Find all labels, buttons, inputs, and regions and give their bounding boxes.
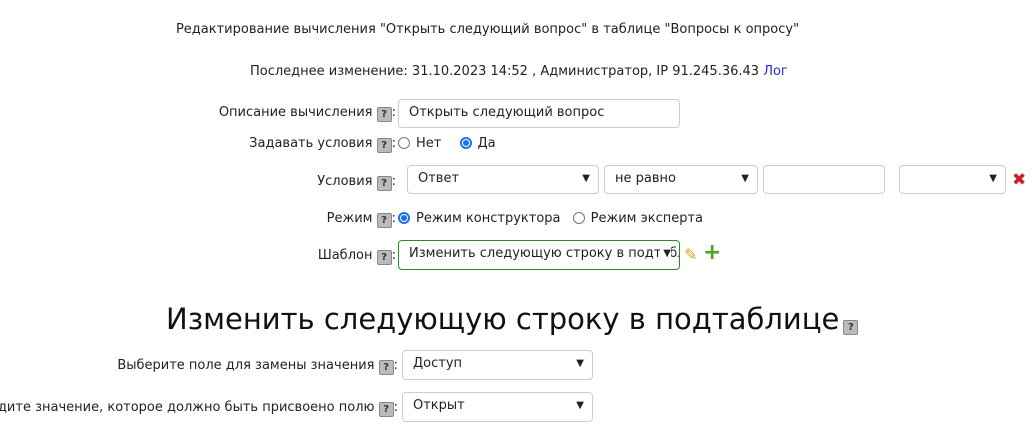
help-icon[interactable]: ? — [376, 213, 392, 228]
help-icon[interactable]: ? — [376, 107, 392, 122]
chevron-down-icon: ▼ — [576, 358, 584, 369]
conditions-label: Условия ?: — [317, 174, 396, 191]
description-input[interactable]: Открыть следующий вопрос — [398, 99, 680, 128]
chevron-down-icon: ▼ — [741, 173, 749, 184]
plus-icon[interactable]: + — [703, 240, 721, 265]
condition-value-input[interactable] — [763, 165, 885, 194]
log-link[interactable]: Лог — [763, 64, 788, 79]
radio-expert-mode[interactable]: Режим эксперта — [572, 211, 703, 226]
page-title: Редактирование вычисления "Открыть следу… — [175, 22, 800, 37]
help-icon[interactable]: ? — [378, 360, 394, 375]
value-select-label: Введите значение, которое должно быть пр… — [0, 400, 398, 417]
help-icon[interactable]: ? — [376, 176, 392, 191]
help-icon[interactable]: ? — [376, 250, 392, 265]
section-heading: Изменить следующую строку в подтаблице? — [166, 302, 859, 336]
set-conditions-label: Задавать условия ?: — [249, 136, 396, 153]
pencil-icon[interactable]: ✎ — [684, 245, 697, 264]
chevron-down-icon: ▼ — [989, 173, 997, 184]
radio-no[interactable]: Нет — [398, 136, 441, 151]
radio-constructor-mode[interactable]: Режим конструктора — [398, 211, 561, 226]
replace-field-select[interactable]: Доступ ▼ — [402, 350, 593, 380]
condition-field-select[interactable]: Ответ ▼ — [407, 165, 599, 194]
condition-extra-select[interactable]: ▼ — [899, 165, 1006, 194]
mode-label: Режим ?: — [326, 211, 396, 228]
template-label: Шаблон ?: — [317, 248, 396, 265]
help-icon[interactable]: ? — [843, 320, 859, 335]
help-icon[interactable]: ? — [376, 138, 392, 153]
help-icon[interactable]: ? — [378, 402, 394, 417]
radio-yes[interactable]: Да — [459, 136, 496, 151]
condition-operator-select[interactable]: не равно ▼ — [604, 165, 758, 194]
chevron-down-icon: ▼ — [660, 241, 671, 267]
field-select-label: Выберите поле для замены значения ?: — [117, 358, 398, 375]
mode-radios: Режим конструктора Режим эксперта — [398, 211, 703, 226]
set-conditions-radios: Нет Да — [398, 136, 496, 151]
delete-condition-icon[interactable]: ✖ — [1012, 170, 1026, 190]
assign-value-select[interactable]: Открыт ▼ — [402, 392, 593, 422]
template-select[interactable]: Изменить следующую строку в подтаблице▼ — [398, 240, 680, 270]
chevron-down-icon: ▼ — [582, 173, 590, 184]
chevron-down-icon: ▼ — [576, 400, 584, 411]
description-label: Описание вычисления ?: — [218, 105, 396, 122]
last-change-info: Последнее изменение: 31.10.2023 14:52 , … — [250, 64, 788, 79]
